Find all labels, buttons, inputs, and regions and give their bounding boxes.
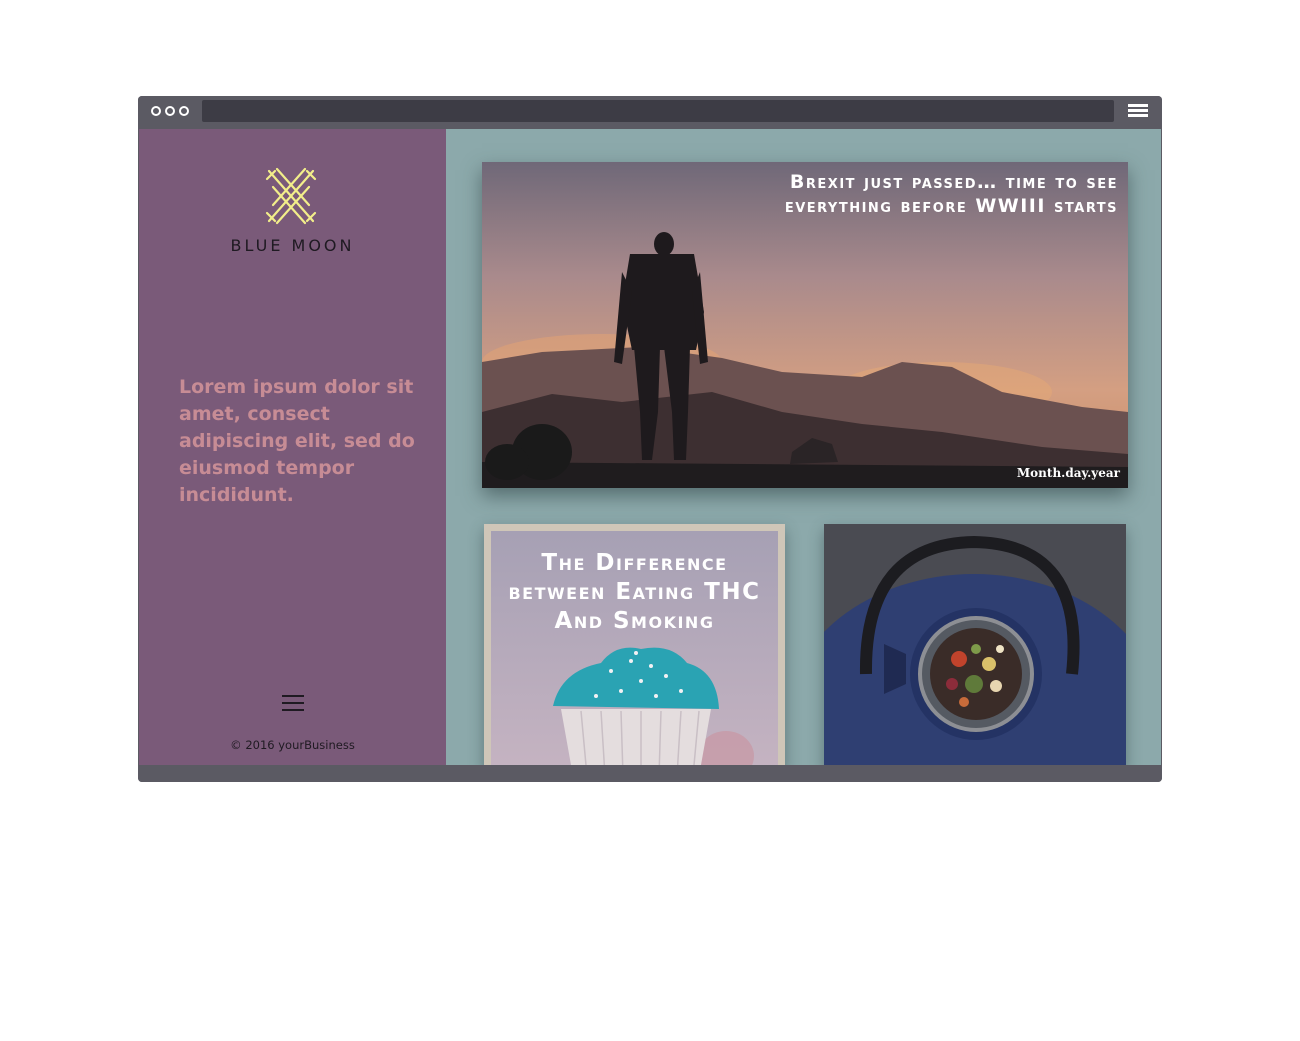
featured-post-date: Month.day.year [1016, 466, 1120, 480]
browser-footer [138, 765, 1162, 782]
featured-post-title[interactable]: Brexit just passed… time to see everythi… [758, 170, 1118, 218]
crosshatch-logo-icon[interactable] [265, 167, 317, 225]
featured-post-card[interactable]: Brexit just passed… time to see everythi… [482, 162, 1128, 488]
browser-toolbar [138, 96, 1162, 129]
tagline: Lorem ipsum dolor sit amet, consect adip… [179, 376, 415, 506]
post-card-title[interactable]: The Difference between Eating THC And Sm… [491, 549, 778, 636]
window-dot[interactable] [165, 106, 175, 116]
sidebar: BLUE MOON Lorem ipsum dolor sit amet, co… [139, 129, 446, 765]
copyright-text: © 2016 yourBusiness [230, 738, 355, 752]
window-dot[interactable] [151, 106, 161, 116]
brand-name[interactable]: BLUE MOON [139, 236, 446, 255]
address-bar[interactable] [202, 100, 1114, 122]
window-controls [151, 106, 189, 116]
browser-window: BLUE MOON Lorem ipsum dolor sit amet, co… [138, 96, 1162, 782]
teapot-photo [824, 524, 1126, 765]
post-card[interactable] [824, 524, 1126, 765]
page-viewport: BLUE MOON Lorem ipsum dolor sit amet, co… [139, 129, 1161, 765]
browser-menu-icon[interactable] [1128, 104, 1148, 118]
hamburger-icon[interactable] [282, 695, 304, 713]
post-card[interactable]: The Difference between Eating THC And Sm… [484, 524, 785, 765]
post-card-image-frame: The Difference between Eating THC And Sm… [491, 531, 778, 765]
window-dot[interactable] [179, 106, 189, 116]
